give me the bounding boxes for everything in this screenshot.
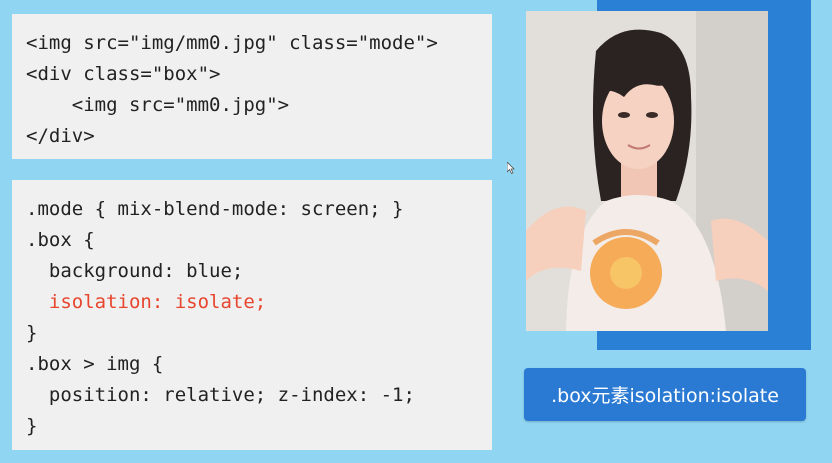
caption-button[interactable]: .box元素isolation:isolate bbox=[524, 368, 806, 421]
html-code-line: <div class="box"> bbox=[26, 63, 221, 85]
portrait-photo bbox=[526, 11, 768, 331]
css-code-line: } bbox=[26, 415, 38, 437]
css-code-line: .box > img { bbox=[26, 353, 164, 375]
css-code-line: .mode { mix-blend-mode: screen; } bbox=[26, 198, 404, 220]
html-code-panel: <img src="img/mm0.jpg" class="mode"> <di… bbox=[12, 14, 492, 159]
css-code-line: .box { bbox=[26, 229, 95, 251]
html-code-line: </div> bbox=[26, 125, 95, 147]
css-code-line-highlighted: isolation: isolate; bbox=[26, 291, 267, 313]
css-code-line: background: blue; bbox=[26, 260, 244, 282]
css-code-line: } bbox=[26, 322, 38, 344]
portrait-illustration bbox=[526, 11, 768, 331]
css-code-panel: .mode { mix-blend-mode: screen; } .box {… bbox=[12, 180, 492, 450]
mouse-cursor-icon bbox=[507, 162, 515, 174]
css-code-line: position: relative; z-index: -1; bbox=[26, 384, 415, 406]
html-code-line: <img src="mm0.jpg"> bbox=[26, 94, 290, 116]
html-code-line: <img src="img/mm0.jpg" class="mode"> bbox=[26, 32, 438, 54]
